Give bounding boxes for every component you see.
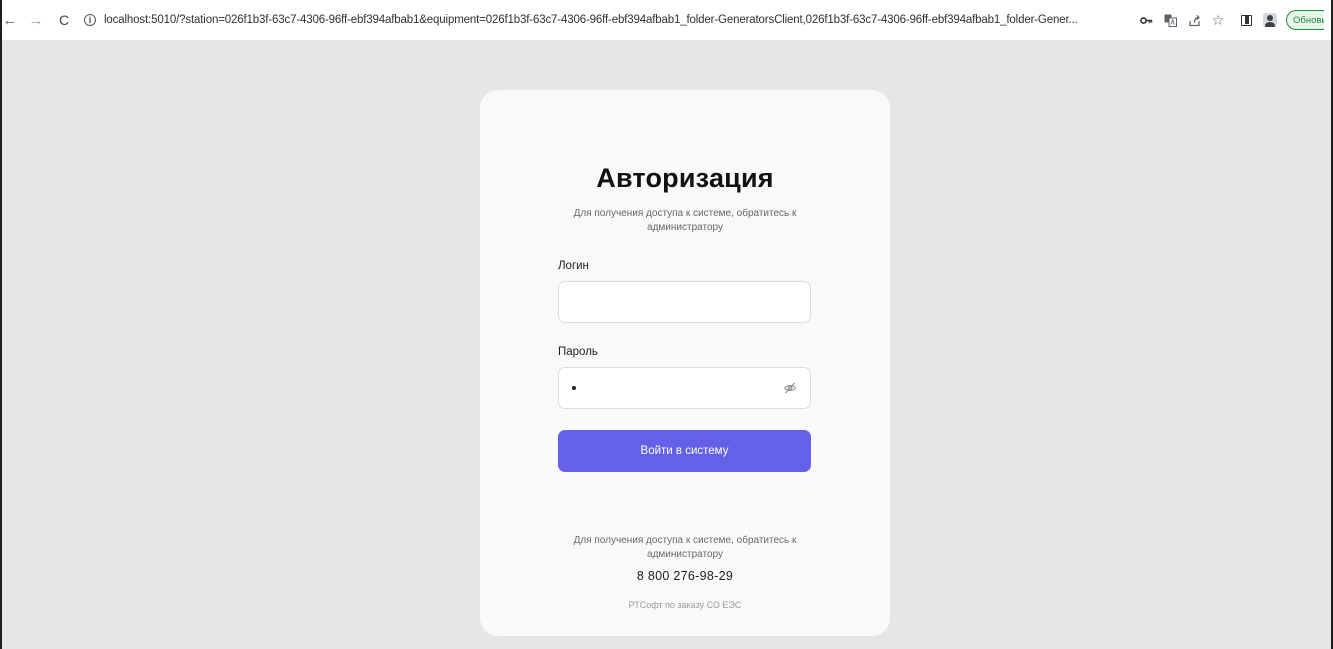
star-icon[interactable]: ☆ [1210,12,1226,28]
forward-arrow-icon[interactable]: → [26,10,46,30]
login-button[interactable]: Войти в систему [558,430,811,472]
profile-icon[interactable] [1262,12,1278,28]
info-icon[interactable]: i [84,14,96,26]
share-icon[interactable] [1186,12,1202,28]
side-panel-icon[interactable] [1238,12,1254,28]
login-label: Логин [558,260,589,272]
login-input[interactable] [558,281,811,323]
access-hint: Для получения доступа к системе, обратит… [573,208,797,233]
password-label: Пароль [558,346,598,358]
support-phone: 8 800 276-98-29 [636,569,734,583]
login-card: Авторизация Для получения доступа к сист… [480,90,890,636]
back-arrow-icon[interactable]: ← [2,10,18,30]
password-mask [572,386,576,390]
url-text[interactable]: localhost:5010/?station=026f1b3f-63c7-43… [104,14,1078,26]
page-title: Авторизация [596,163,774,193]
address-bar[interactable]: i localhost:5010/?station=026f1b3f-63c7-… [84,8,1124,32]
browser-window: ← → C i localhost:5010/?station=026f1b3f… [0,0,1333,649]
key-icon[interactable] [1138,12,1154,28]
footer-access-hint: Для получения доступа к системе, обратит… [573,535,797,560]
hide-password-icon[interactable] [783,381,797,395]
update-browser-button[interactable]: Обновить [1286,10,1324,30]
copyright-text: РТСофт по заказу СО ЕЭС [628,600,742,610]
translate-icon[interactable] [1162,12,1178,28]
reload-icon[interactable]: C [54,10,74,30]
password-input[interactable] [558,367,811,409]
browser-toolbar: ← → C i localhost:5010/?station=026f1b3f… [2,0,1331,40]
